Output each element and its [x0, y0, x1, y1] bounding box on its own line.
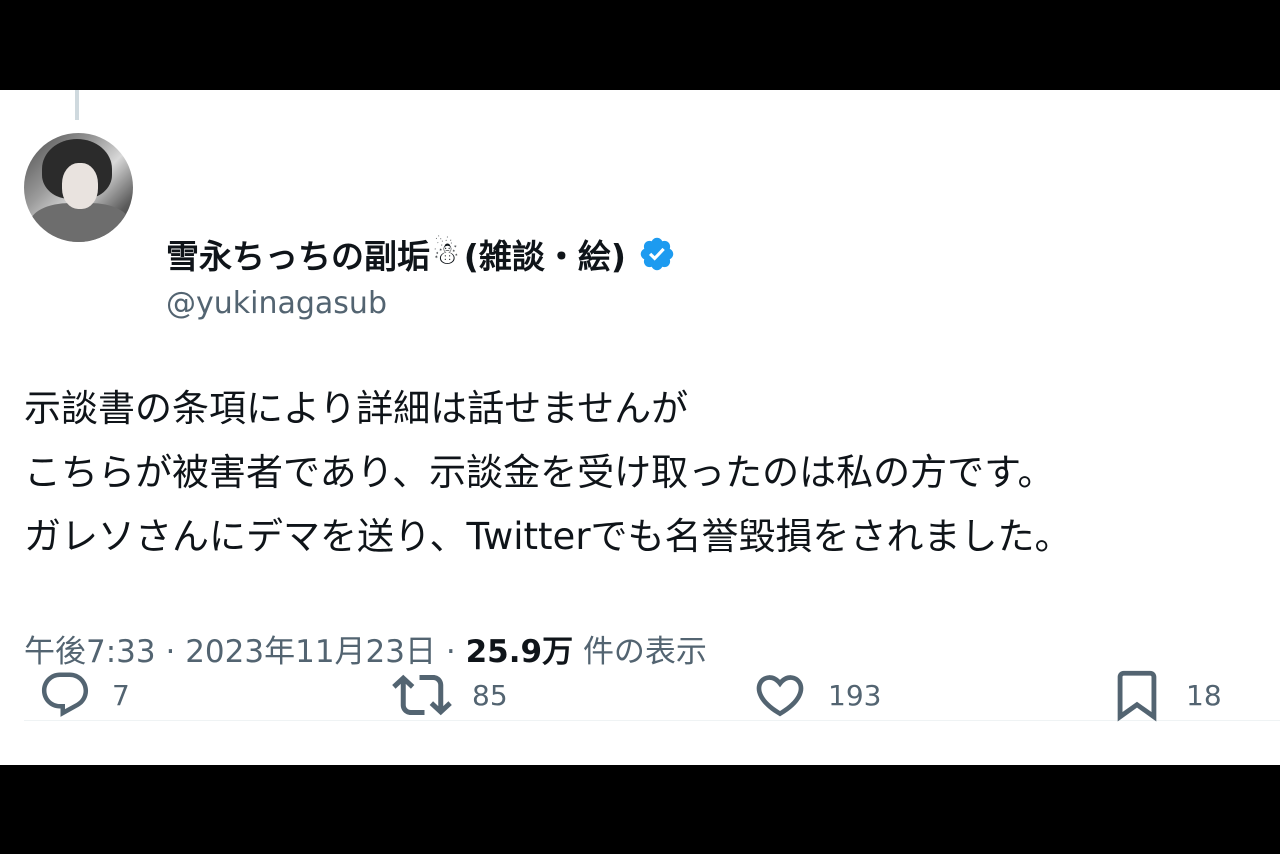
- reply-button[interactable]: 7: [38, 665, 130, 725]
- bookmark-button[interactable]: 18: [1108, 665, 1222, 725]
- heart-icon: [756, 675, 804, 717]
- avatar[interactable]: [24, 133, 133, 242]
- display-name[interactable]: 雪永ちっちの副垢 ☃ (雑談・絵): [166, 230, 676, 278]
- bookmark-count: 18: [1186, 678, 1222, 712]
- retweet-button[interactable]: 85: [392, 665, 508, 725]
- display-name-text: 雪永ちっちの副垢: [166, 237, 430, 276]
- tweet-text-line: 示談書の条項により詳細は話せませんが: [24, 387, 689, 430]
- user-handle[interactable]: @yukinagasub: [166, 286, 387, 321]
- reply-count: 7: [112, 678, 130, 712]
- verified-badge-icon: [640, 237, 674, 271]
- reply-icon: [41, 672, 89, 717]
- tweet-text-line: ガレソさんにデマを送り、Twitterでも名誉毀損をされました。: [24, 515, 1072, 558]
- bookmark-icon: [1117, 670, 1157, 722]
- thread-connector-line: [75, 90, 79, 120]
- retweet-icon: [392, 674, 452, 716]
- like-count: 193: [828, 678, 882, 712]
- display-name-suffix: (雑談・絵): [463, 237, 626, 276]
- retweet-count: 85: [472, 678, 508, 712]
- tweet-text-line: こちらが被害者であり、示談金を受け取ったのは私の方です。: [24, 451, 1055, 494]
- like-button[interactable]: 193: [752, 665, 881, 725]
- tweet-text: 示談書の条項により詳細は話せませんが こちらが被害者であり、示談金を受け取ったの…: [24, 377, 1274, 569]
- snowman-emoji-icon: ☃: [432, 236, 460, 272]
- tweet-card: 雪永ちっちの副垢 ☃ (雑談・絵) @yukinagasub 示談書の条項により…: [0, 90, 1280, 765]
- action-bar: 7 85 193 18: [0, 665, 1280, 725]
